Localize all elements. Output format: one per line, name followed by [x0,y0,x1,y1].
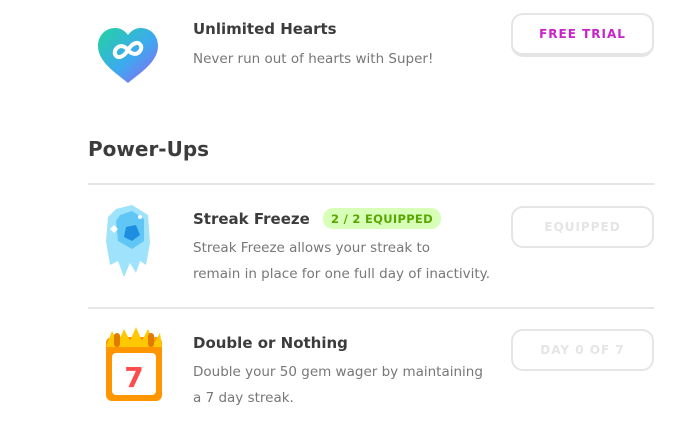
double-or-nothing-description-line2: a 7 day streak. [193,390,294,406]
unlimited-hearts-item: Unlimited Hearts Never run out of hearts… [88,0,654,110]
streak-freeze-item: Streak Freeze Streak Freeze allows your … [88,185,654,307]
double-or-nothing-item: 7 Double or Nothing Double your 50 gem w… [88,309,654,430]
streak-freeze-description-line2: remain in place for one full day of inac… [193,266,491,282]
unlimited-hearts-title: Unlimited Hearts [193,20,337,38]
free-trial-button[interactable]: FREE TRIAL [511,13,654,57]
streak-freeze-description-line1: Streak Freeze allows your streak to [193,240,431,256]
day-progress-button[interactable]: DAY 0 OF 7 [511,329,654,371]
streak-freeze-title: Streak Freeze [193,210,310,228]
double-or-nothing-description-line1: Double your 50 gem wager by maintaining [193,364,483,380]
ice-cube-icon [102,203,154,283]
power-ups-heading: Power-Ups [88,137,210,161]
double-or-nothing-title: Double or Nothing [193,334,348,352]
equipped-button[interactable]: EQUIPPED [511,206,654,248]
infinity-heart-icon [96,26,160,90]
unlimited-hearts-description: Never run out of hearts with Super! [193,51,434,67]
equipped-count-badge: 2 / 2 EQUIPPED [323,208,441,229]
calendar-7-icon: 7 [102,327,166,407]
calendar-number: 7 [124,361,143,394]
